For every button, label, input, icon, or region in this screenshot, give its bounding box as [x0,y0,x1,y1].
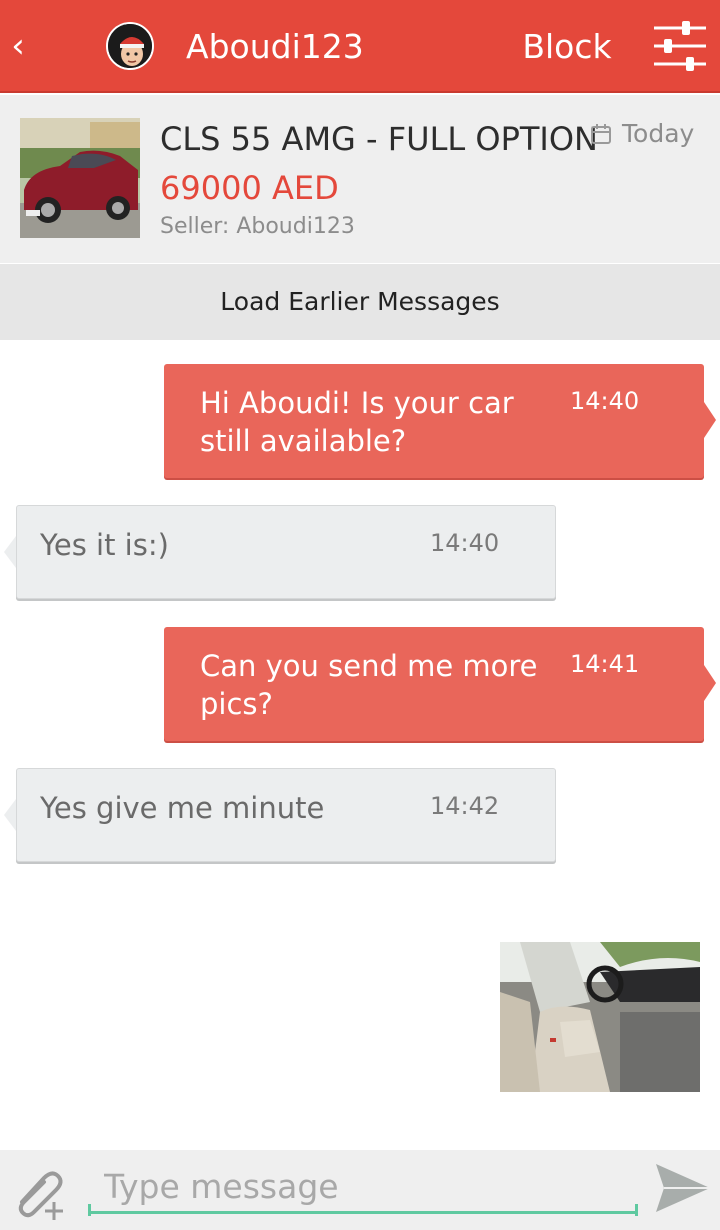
send-icon [656,1164,710,1212]
message-time: 14:42 [430,792,500,820]
message-text: Yes give me minute [40,791,325,825]
message-incoming[interactable]: Yes give me minute 14:42 [4,768,556,862]
car-interior-photo [500,942,700,1092]
listing-seller: Seller: Aboudi123 [160,214,355,239]
message-photo[interactable] [500,942,700,1092]
message-text: Yes it is:) [40,528,169,562]
chevron-left-icon: ‹ [11,26,25,66]
message-time: 14:40 [430,529,500,557]
chat-username[interactable]: Aboudi123 [186,26,364,68]
bubble-tail [704,665,716,701]
avatar-image [108,24,152,68]
listing-date: Today [622,119,695,148]
message-outgoing[interactable]: Hi Aboudi! Is your car still available? … [164,364,716,478]
message-text: Can you send me more pics? [200,649,538,721]
message-incoming[interactable]: Yes it is:) 14:40 [4,505,556,599]
calendar-icon [591,124,611,144]
car-photo [20,118,140,238]
sliders-icon [654,21,706,71]
paperclip-plus-icon [18,1171,63,1220]
listing-price: 69000 AED [160,169,339,207]
listing-card[interactable]: CLS 55 AMG - FULL OPTION 69000 AED Selle… [0,95,720,263]
send-button[interactable] [652,1158,712,1218]
listing-title: CLS 55 AMG - FULL OPTION [160,120,598,158]
bubble-tail [4,536,16,568]
message-time: 14:40 [570,387,640,415]
top-bar: ‹ Aboudi123 Block [0,0,720,93]
back-button[interactable]: ‹ [6,24,30,68]
input-underline [88,1204,638,1216]
load-earlier-button[interactable]: Load Earlier Messages [0,264,720,340]
message-outgoing[interactable]: Can you send me more pics? 14:41 [164,627,716,741]
attach-button[interactable] [10,1162,70,1222]
message-time: 14:41 [570,650,640,678]
settings-button[interactable] [650,16,710,76]
bubble-tail [4,799,16,831]
listing-thumbnail[interactable] [20,118,140,238]
bubble-tail [704,402,716,438]
message-text: Hi Aboudi! Is your car still available? [200,386,514,458]
message-composer [0,1150,720,1230]
avatar[interactable] [106,22,154,70]
block-button[interactable]: Block [512,24,622,70]
